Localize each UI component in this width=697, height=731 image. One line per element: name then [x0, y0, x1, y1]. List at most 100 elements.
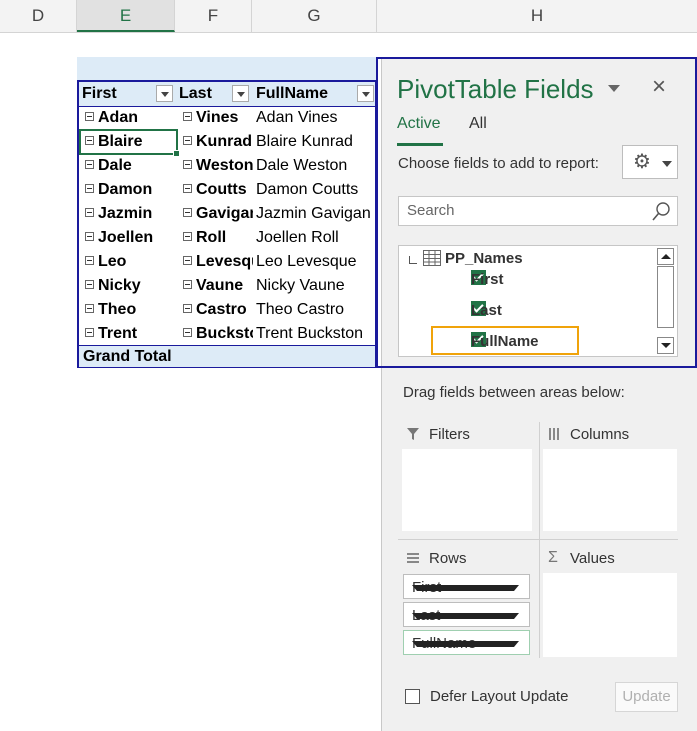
first-filter-dropdown[interactable]	[156, 85, 173, 102]
first-cell[interactable]: Dale	[85, 154, 177, 178]
fullname-cell[interactable]: Joellen Roll	[256, 226, 374, 250]
first-cell[interactable]: Adan	[85, 106, 177, 130]
collapse-icon[interactable]	[183, 208, 192, 218]
last-cell[interactable]: Roll	[183, 226, 253, 250]
row-field-first[interactable]: First	[403, 574, 530, 599]
last-value: Vaune	[196, 277, 244, 294]
collapse-icon[interactable]	[85, 328, 94, 338]
fullname-cell[interactable]: Dale Weston	[256, 154, 374, 178]
collapse-icon[interactable]	[85, 184, 94, 194]
fullname-cell[interactable]: Leo Levesque	[256, 250, 374, 274]
collapse-icon[interactable]	[85, 232, 94, 242]
defer-layout-label[interactable]: Defer Layout Update	[430, 688, 568, 705]
update-button[interactable]: Update	[615, 682, 678, 712]
first-cell[interactable]: Jazmin	[85, 202, 177, 226]
collapse-icon[interactable]	[183, 280, 192, 290]
fullname-filter-dropdown[interactable]	[357, 85, 374, 102]
last-cell[interactable]: Castro	[183, 298, 253, 322]
tab-all[interactable]: All	[469, 115, 487, 133]
defer-layout-checkbox[interactable]	[405, 689, 420, 704]
last-cell[interactable]: Levesque	[183, 250, 253, 274]
search-input[interactable]	[405, 201, 639, 220]
scroll-thumb[interactable]	[657, 266, 674, 328]
fullname-cell[interactable]: Jazmin Gavigan	[256, 202, 374, 226]
collapse-icon[interactable]	[183, 136, 192, 146]
columns-icon	[549, 428, 559, 440]
chevron-down-icon[interactable]	[412, 613, 519, 619]
column-header-f[interactable]: F	[175, 0, 252, 32]
gear-icon: ⚙	[633, 151, 651, 173]
rows-icon	[407, 553, 419, 563]
grand-total-row[interactable]: Grand Total	[79, 345, 375, 367]
last-cell[interactable]: Buckston	[183, 322, 253, 346]
last-value: Levesque	[196, 253, 253, 270]
search-icon	[652, 202, 670, 221]
row-field-fullname[interactable]: FullName	[403, 630, 530, 655]
pivot-header-row: First Last FullName	[79, 82, 375, 107]
tree-collapse-icon[interactable]	[409, 256, 417, 264]
last-filter-dropdown[interactable]	[232, 85, 249, 102]
first-cell[interactable]: Theo	[85, 298, 177, 322]
collapse-icon[interactable]	[183, 328, 192, 338]
collapse-icon[interactable]	[85, 256, 94, 266]
grand-total-label: Grand Total	[83, 348, 172, 365]
search-box[interactable]	[398, 196, 678, 226]
pivot-row: Leo Levesque Leo Levesque	[79, 250, 375, 274]
pivot-filter-area	[77, 57, 377, 80]
last-cell[interactable]: Gavigan	[183, 202, 253, 226]
first-cell[interactable]: Leo	[85, 250, 177, 274]
collapse-icon[interactable]	[183, 160, 192, 170]
chevron-down-icon[interactable]	[412, 585, 519, 591]
scroll-up-button[interactable]	[657, 248, 674, 265]
last-value: Gavigan	[196, 205, 253, 222]
collapse-icon[interactable]	[85, 304, 94, 314]
collapse-icon[interactable]	[85, 208, 94, 218]
highlight-box	[431, 326, 579, 355]
fullname-cell[interactable]: Nicky Vaune	[256, 274, 374, 298]
last-value: Castro	[196, 301, 247, 318]
collapse-icon[interactable]	[183, 184, 192, 194]
fullname-cell[interactable]: Adan Vines	[256, 106, 374, 130]
first-cell[interactable]: Nicky	[85, 274, 177, 298]
active-cell-cursor	[79, 129, 180, 157]
last-cell[interactable]: Vaune	[183, 274, 253, 298]
last-cell[interactable]: Vines	[183, 106, 253, 130]
pane-options-chevron-icon[interactable]	[608, 85, 620, 92]
filters-drop-area[interactable]	[402, 449, 532, 531]
columns-drop-area[interactable]	[543, 449, 677, 531]
first-cell[interactable]: Joellen	[85, 226, 177, 250]
last-value: Buckston	[196, 325, 253, 342]
collapse-icon[interactable]	[183, 112, 192, 122]
last-cell[interactable]: Kunrad	[183, 130, 253, 154]
fullname-cell[interactable]: Damon Coutts	[256, 178, 374, 202]
collapse-icon[interactable]	[183, 256, 192, 266]
first-cell[interactable]: Damon	[85, 178, 177, 202]
collapse-icon[interactable]	[85, 280, 94, 290]
field-list-scrollbar[interactable]	[657, 248, 675, 354]
fullname-cell[interactable]: Blaire Kunrad	[256, 130, 374, 154]
scroll-down-button[interactable]	[657, 337, 674, 354]
tab-active[interactable]: Active	[397, 115, 441, 133]
values-drop-area[interactable]	[543, 573, 677, 657]
column-header-d[interactable]: D	[0, 0, 77, 32]
first-cell[interactable]: Trent	[85, 322, 177, 346]
fullname-cell[interactable]: Trent Buckston	[256, 322, 374, 346]
last-value: Roll	[196, 229, 227, 246]
chevron-down-icon[interactable]	[412, 641, 519, 647]
collapse-icon[interactable]	[85, 112, 94, 122]
last-cell[interactable]: Weston	[183, 154, 253, 178]
close-icon[interactable]: ×	[652, 75, 666, 99]
column-header-e[interactable]: E	[77, 0, 175, 32]
tools-button[interactable]: ⚙	[622, 145, 678, 179]
row-field-last[interactable]: Last	[403, 602, 530, 627]
collapse-icon[interactable]	[183, 304, 192, 314]
collapse-icon[interactable]	[183, 232, 192, 242]
last-value: Weston	[196, 157, 253, 174]
column-header-h[interactable]: H	[377, 0, 697, 32]
pivot-table: First Last FullName Adan Vines Adan Vine…	[77, 80, 377, 368]
first-value: Jazmin	[98, 205, 153, 222]
last-cell[interactable]: Coutts	[183, 178, 253, 202]
collapse-icon[interactable]	[85, 160, 94, 170]
column-header-g[interactable]: G	[252, 0, 377, 32]
fullname-cell[interactable]: Theo Castro	[256, 298, 374, 322]
